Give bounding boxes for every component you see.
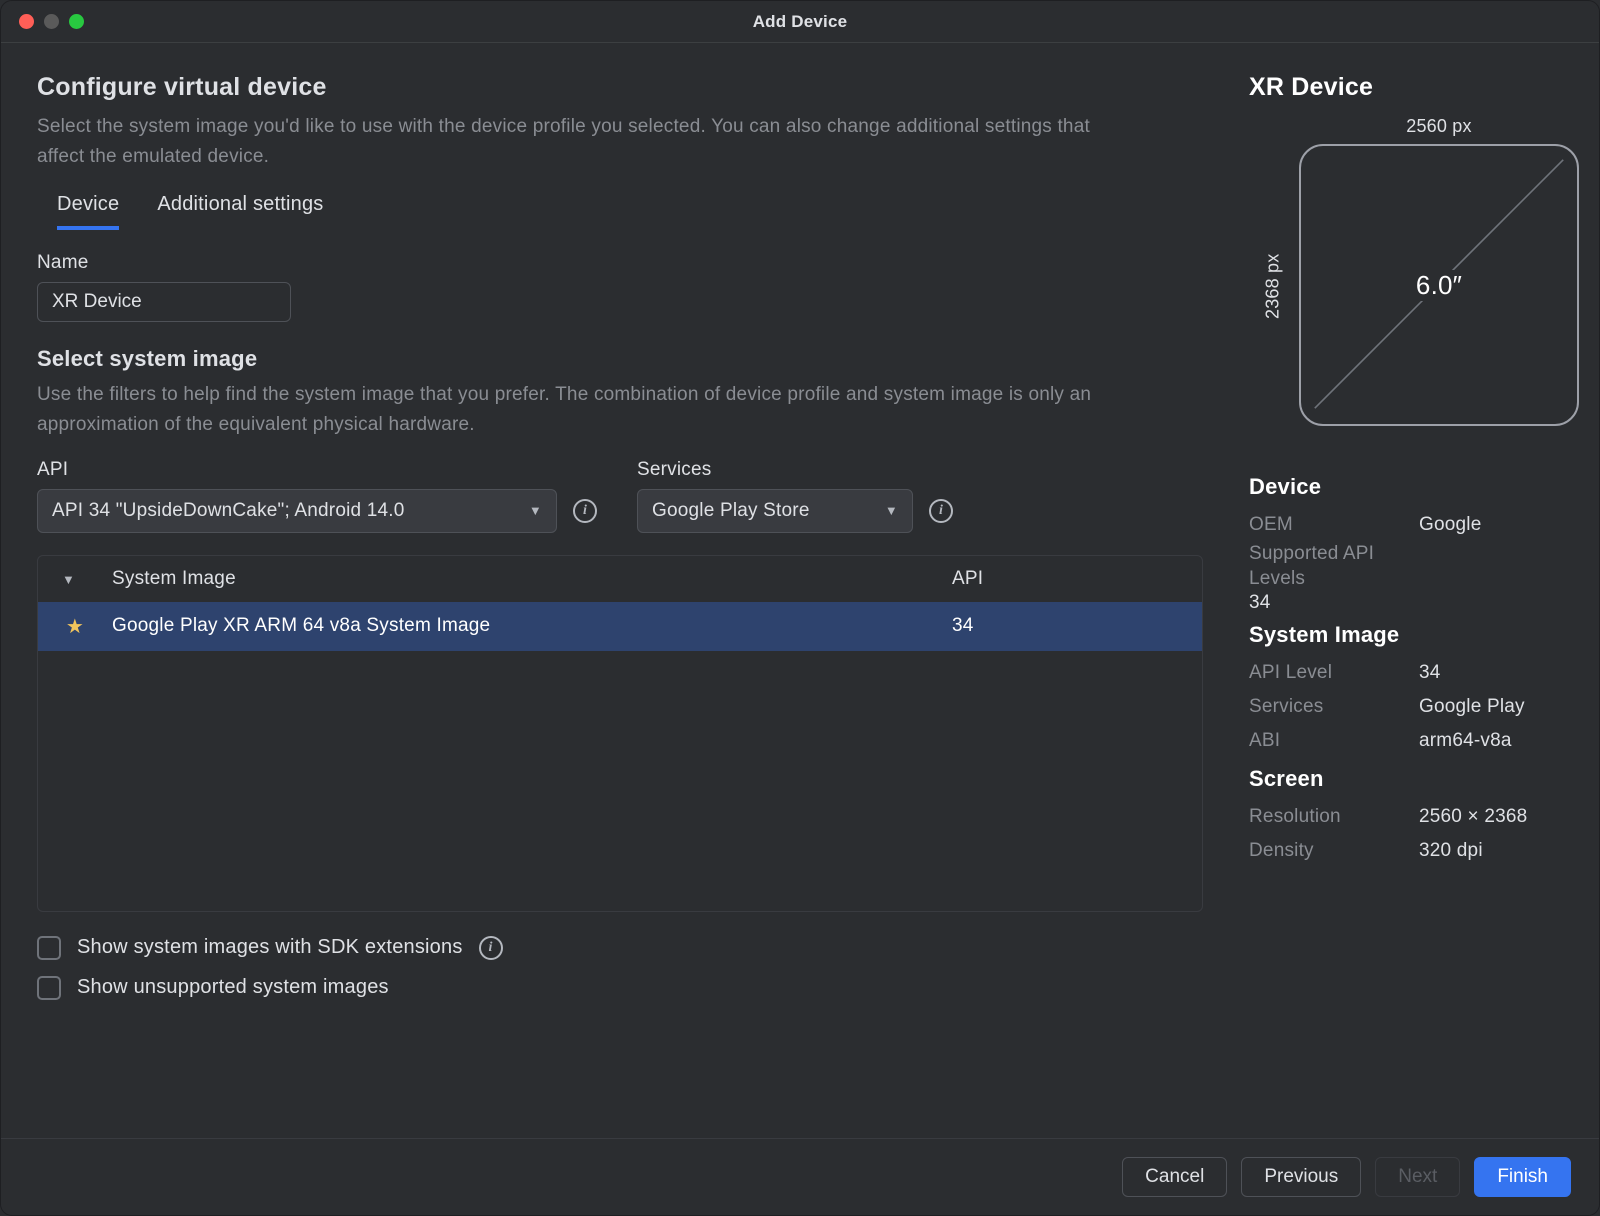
- resolution-label: Resolution: [1249, 800, 1419, 834]
- services-filter-label: Services: [637, 459, 953, 481]
- device-info-block: Device OEM Google Supported API Levels 3…: [1249, 466, 1571, 869]
- preview-width-label: 2560 px: [1299, 116, 1579, 137]
- page-heading: Configure virtual device: [37, 73, 1203, 102]
- col-system-image[interactable]: System Image: [112, 556, 952, 602]
- info-icon[interactable]: i: [929, 499, 953, 523]
- name-label: Name: [37, 252, 1203, 274]
- chevron-down-icon: ▼: [529, 503, 542, 518]
- oem-value: Google: [1419, 508, 1481, 542]
- preview-height-label: 2368 px: [1259, 146, 1287, 426]
- abi-value: arm64-v8a: [1419, 724, 1512, 758]
- preview-diagonal-label: 6.0″: [1412, 270, 1466, 301]
- supported-api-label: Supported API Levels: [1249, 542, 1419, 591]
- cancel-button[interactable]: Cancel: [1122, 1157, 1227, 1197]
- select-image-description: Use the filters to help find the system …: [37, 380, 1117, 441]
- titlebar: Add Device: [1, 1, 1599, 43]
- filter-row: API API 34 "UpsideDownCake"; Android 14.…: [37, 459, 1203, 533]
- page-subtitle: Select the system image you'd like to us…: [37, 112, 1117, 173]
- info-icon[interactable]: i: [573, 499, 597, 523]
- api-dropdown[interactable]: API 34 "UpsideDownCake"; Android 14.0 ▼: [37, 489, 557, 533]
- star-icon: ★: [66, 616, 84, 638]
- services-dropdown-value: Google Play Store: [652, 500, 810, 522]
- density-value: 320 dpi: [1419, 834, 1483, 868]
- services-value: Google Play: [1419, 690, 1525, 724]
- dialog-window: Add Device Configure virtual device Sele…: [0, 0, 1600, 1216]
- select-image-heading: Select system image: [37, 346, 1203, 372]
- next-button: Next: [1375, 1157, 1460, 1197]
- info-icon[interactable]: i: [479, 936, 503, 960]
- chevron-down-icon[interactable]: ▼: [62, 572, 75, 587]
- checkbox-sdk-extensions-row: Show system images with SDK extensions i: [37, 936, 1203, 960]
- api-level-label: API Level: [1249, 656, 1419, 690]
- services-label: Services: [1249, 690, 1419, 724]
- dialog-footer: Cancel Previous Next Finish: [1, 1138, 1599, 1215]
- resolution-value: 2560 × 2368: [1419, 800, 1527, 834]
- checkbox-sdk-extensions[interactable]: [37, 936, 61, 960]
- col-api[interactable]: API: [952, 556, 1202, 602]
- api-filter-label: API: [37, 459, 597, 481]
- content-area: Configure virtual device Select the syst…: [1, 43, 1599, 1138]
- finish-button[interactable]: Finish: [1474, 1157, 1571, 1197]
- device-preview: 2560 px 2368 px 6.0″: [1259, 116, 1579, 426]
- main-panel: Configure virtual device Select the syst…: [1, 43, 1239, 1138]
- close-window-icon[interactable]: [19, 14, 34, 29]
- minimize-window-icon: [44, 14, 59, 29]
- checkbox-sdk-extensions-label: Show system images with SDK extensions: [77, 936, 463, 959]
- checkbox-unsupported[interactable]: [37, 976, 61, 1000]
- checkbox-unsupported-row: Show unsupported system images: [37, 976, 1203, 1000]
- fullscreen-window-icon[interactable]: [69, 14, 84, 29]
- side-panel: XR Device 2560 px 2368 px 6.0″ Device OE…: [1239, 43, 1599, 1138]
- preview-device-outline: 6.0″: [1299, 144, 1579, 426]
- api-level-value: 34: [1419, 656, 1441, 690]
- services-dropdown[interactable]: Google Play Store ▼: [637, 489, 913, 533]
- device-title: XR Device: [1249, 73, 1571, 102]
- table-row[interactable]: ★ Google Play XR ARM 64 v8a System Image…: [38, 602, 1202, 651]
- system-image-info-heading: System Image: [1249, 622, 1571, 648]
- abi-label: ABI: [1249, 724, 1419, 758]
- system-image-api: 34: [952, 602, 1202, 651]
- name-input[interactable]: [37, 282, 291, 322]
- supported-api-value: 34: [1249, 592, 1571, 614]
- tab-additional-settings[interactable]: Additional settings: [157, 193, 323, 230]
- tab-device[interactable]: Device: [57, 193, 119, 230]
- system-image-table: ▼ System Image API ★ Google Play XR ARM …: [37, 555, 1203, 912]
- previous-button[interactable]: Previous: [1241, 1157, 1361, 1197]
- screen-info-heading: Screen: [1249, 766, 1571, 792]
- window-title: Add Device: [753, 12, 848, 32]
- oem-label: OEM: [1249, 508, 1419, 542]
- device-info-heading: Device: [1249, 474, 1571, 500]
- api-dropdown-value: API 34 "UpsideDownCake"; Android 14.0: [52, 500, 405, 522]
- tabs: Device Additional settings: [37, 193, 1203, 230]
- table-empty-space: [38, 651, 1202, 911]
- table-header-row: ▼ System Image API: [38, 556, 1202, 602]
- density-label: Density: [1249, 834, 1419, 868]
- system-image-name: Google Play XR ARM 64 v8a System Image: [112, 602, 952, 651]
- traffic-lights: [19, 14, 84, 29]
- chevron-down-icon: ▼: [885, 503, 898, 518]
- checkbox-unsupported-label: Show unsupported system images: [77, 976, 389, 999]
